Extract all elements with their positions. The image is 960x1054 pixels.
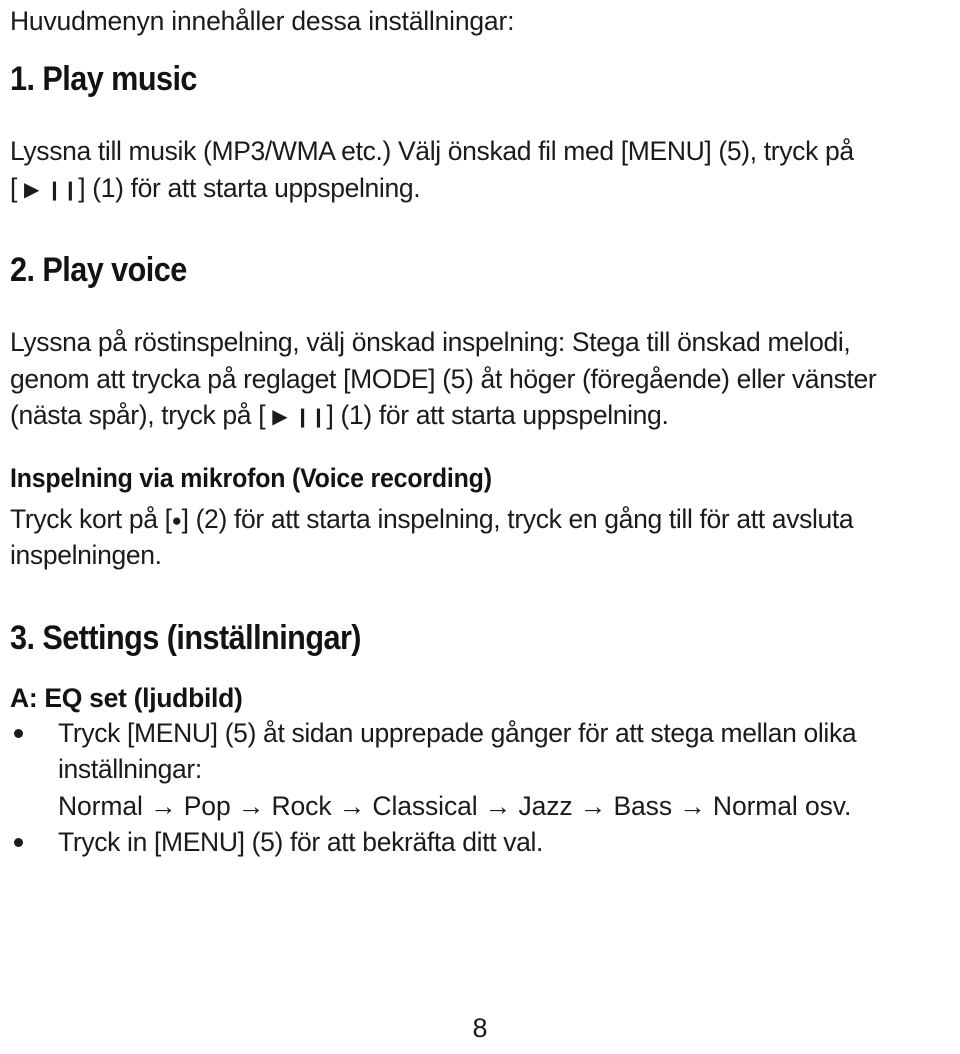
play-voice-line-3-prefix: (nästa spår), tryck på [ — [10, 400, 266, 430]
eq-bullet-1-line-1: Tryck [MENU] (5) åt sidan upprepade gång… — [58, 717, 857, 748]
list-item: Tryck [MENU] (5) åt sidan upprepade gång… — [10, 715, 950, 825]
record-icon: ● — [171, 510, 182, 530]
section-heading-play-voice: 2. Play voice — [10, 251, 187, 289]
manual-page: Huvudmenyn innehåller dessa inställninga… — [0, 0, 960, 1054]
bullet-dot-icon — [14, 728, 23, 738]
section-heading-play-music: 1. Play music — [10, 60, 197, 98]
eq-preset-chain: Normal → Pop → Rock → Classical → Jazz →… — [58, 790, 852, 821]
list-item: Tryck in [MENU] (5) för att bekräfta dit… — [10, 824, 950, 861]
page-number: 8 — [472, 1013, 488, 1043]
pause-icon: ❙❙ — [294, 407, 327, 428]
voice-recording-heading: Inspelning via mikrofon (Voice recording… — [10, 462, 492, 493]
play-voice-line-3-suffix: ] (1) för att starta uppspelning. — [326, 400, 669, 430]
eq-bullet-1-line-2: inställningar: — [58, 754, 202, 784]
voice-recording-line-2: inspelningen. — [10, 540, 162, 570]
play-voice-line-1: Lyssna på röstinspelning, välj önskad in… — [10, 327, 851, 357]
play-music-line-1: Lyssna till musik (MP3/WMA etc.) Välj ön… — [10, 136, 854, 166]
play-music-line-2-suffix: ] (1) för att starta uppspelning. — [78, 172, 421, 203]
play-voice-paragraph: Lyssna på röstinspelning, välj önskad in… — [10, 324, 950, 434]
play-icon: ▶ — [272, 406, 288, 428]
eq-set-label: A: EQ set (ljudbild) — [10, 682, 243, 713]
play-music-line-2-prefix: [ — [10, 172, 18, 203]
play-icon: ▶ — [24, 178, 40, 201]
voice-recording-paragraph: Tryck kort på [●] (2) för att starta ins… — [10, 501, 950, 574]
play-voice-line-2: genom att trycka på reglaget [MODE] (5) … — [10, 363, 877, 394]
page-content: Huvudmenyn innehåller dessa inställninga… — [10, 0, 950, 861]
bullet-dot-icon — [14, 838, 23, 847]
section-heading-settings: 3. Settings (inställningar) — [10, 618, 362, 657]
play-music-paragraph: Lyssna till musik (MP3/WMA etc.) Välj ön… — [10, 133, 950, 206]
intro-line: Huvudmenyn innehåller dessa inställninga… — [10, 6, 515, 36]
eq-bullet-2-line-1: Tryck in [MENU] (5) för att bekräfta dit… — [58, 827, 544, 857]
voice-recording-line-1-suffix: ] (2) för att starta inspelning, tryck e… — [181, 503, 854, 534]
pause-icon: ❙❙ — [46, 179, 79, 201]
eq-bullet-list: Tryck [MENU] (5) åt sidan upprepade gång… — [10, 715, 950, 861]
voice-recording-line-1-prefix: Tryck kort på [ — [10, 503, 172, 534]
